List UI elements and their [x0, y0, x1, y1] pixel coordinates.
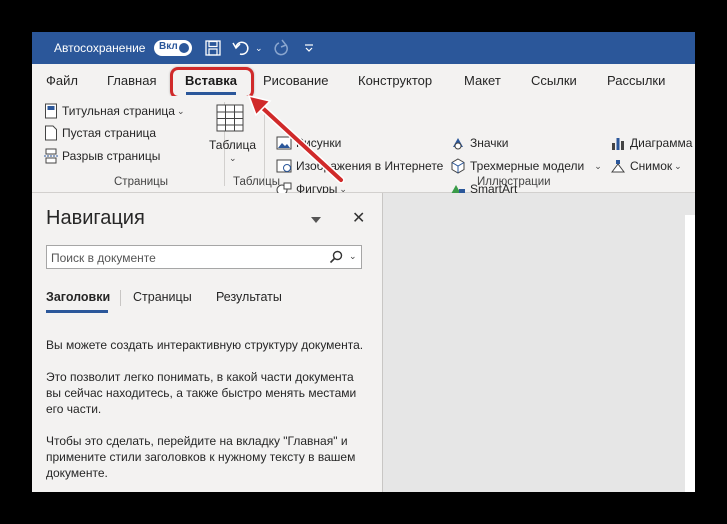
insert-tab-highlight-frame	[170, 67, 254, 99]
screenshot-icon	[611, 160, 625, 173]
nav-help-paragraph-2: Это позволит легко понимать, в какой час…	[46, 370, 357, 416]
chevron-down-icon: ⌄	[176, 105, 185, 116]
nav-tab-headings[interactable]: Заголовки	[46, 290, 110, 304]
blank-page-icon	[45, 125, 57, 141]
bar-chart-icon	[612, 138, 624, 150]
illustrations-group-label: Иллюстрации	[477, 176, 551, 188]
cover-page-button[interactable]: Титульная страница ⌄	[44, 101, 185, 121]
screenshot-button[interactable]: Снимок ⌄	[610, 156, 682, 176]
online-pictures-icon	[276, 159, 292, 173]
search-icon[interactable]	[329, 250, 343, 267]
pages-group-label: Страницы	[114, 176, 168, 188]
cover-page-label: Титульная страница	[62, 104, 175, 118]
chart-button[interactable]: Диаграмма	[610, 133, 692, 153]
redo-icon[interactable]	[272, 38, 292, 58]
icons-label: Значки	[470, 136, 509, 150]
page-break-icon	[44, 148, 58, 164]
save-icon[interactable]	[204, 38, 222, 58]
icons-button[interactable]: Значки	[450, 133, 509, 153]
toggle-knob	[179, 43, 189, 53]
blank-page-label: Пустая страница	[62, 126, 157, 140]
close-icon[interactable]: ✕	[352, 208, 365, 228]
table-chevron-down-icon[interactable]: ⌄	[229, 153, 237, 164]
chevron-down-icon: ⌄	[674, 160, 682, 171]
nav-help-paragraph-3: Чтобы это сделать, перейдите на вкладку …	[46, 434, 356, 480]
ribbon: Титульная страница ⌄ Пустая страница Разр…	[32, 96, 695, 196]
online-pictures-button[interactable]: Изображения в Интернете	[276, 156, 443, 176]
title-bar: Автосохранение Вкл ⌄	[32, 32, 695, 64]
tab-draw[interactable]: Рисование	[263, 73, 328, 88]
tab-home[interactable]: Главная	[107, 73, 156, 88]
tab-design[interactable]: Конструктор	[358, 73, 432, 88]
tab-file[interactable]: Файл	[46, 73, 78, 88]
pictures-label: Рисунки	[296, 136, 342, 150]
chevron-down-icon: ⌄	[594, 160, 602, 171]
cover-page-icon	[45, 103, 57, 119]
online-pictures-label: Изображения в Интернете	[296, 159, 444, 173]
cube-icon	[451, 158, 465, 174]
icons-icon	[453, 138, 463, 150]
document-area[interactable]	[382, 193, 695, 492]
undo-dropdown-icon[interactable]: ⌄	[255, 38, 263, 58]
page-break-label: Разрыв страницы	[62, 149, 161, 163]
autosave-state: Вкл	[159, 41, 178, 52]
table-grid-icon[interactable]	[216, 104, 244, 132]
pane-options-icon[interactable]	[311, 213, 321, 227]
navigation-title: Навигация	[46, 207, 145, 229]
tab-references[interactable]: Ссылки	[531, 73, 577, 88]
active-nav-tab-underline	[46, 310, 108, 313]
screenshot-label: Снимок	[630, 159, 673, 173]
autosave-toggle[interactable]: Вкл	[154, 40, 192, 56]
table-button-label[interactable]: Таблица	[209, 138, 256, 152]
ribbon-tabs: Файл Главная Вставка Рисование Конструкт…	[32, 64, 695, 96]
page-break-button[interactable]: Разрыв страницы	[44, 146, 160, 166]
tab-mailings[interactable]: Рассылки	[607, 73, 665, 88]
word-window: Автосохранение Вкл ⌄ Файл Главная Вставк…	[32, 32, 695, 492]
tab-layout[interactable]: Макет	[464, 73, 501, 88]
nav-tab-pages[interactable]: Страницы	[133, 290, 192, 304]
customize-toolbar-icon[interactable]	[304, 38, 314, 58]
tables-group-label: Таблицы	[233, 176, 280, 188]
undo-icon[interactable]	[232, 38, 252, 58]
search-options-chevron-icon[interactable]: ⌄	[349, 251, 357, 262]
nav-tab-results[interactable]: Результаты	[216, 290, 282, 304]
pictures-button[interactable]: Рисунки	[276, 133, 341, 153]
chart-label: Диаграмма	[630, 136, 693, 150]
nav-tab-divider	[120, 290, 121, 306]
navigation-pane: Навигация ✕ ⌄ Заголовки Страницы Результ…	[32, 193, 382, 492]
document-page[interactable]	[685, 215, 695, 492]
search-input[interactable]	[49, 248, 323, 268]
blank-page-button[interactable]: Пустая страница	[44, 123, 156, 143]
pictures-icon	[276, 136, 292, 150]
search-box: ⌄	[46, 245, 362, 269]
group-divider	[264, 102, 265, 186]
autosave-label: Автосохранение	[54, 41, 146, 55]
3d-models-label: Трехмерные модели	[470, 159, 585, 173]
3d-models-button[interactable]: Трехмерные модели ⌄	[450, 156, 602, 176]
nav-help-paragraph-1: Вы можете создать интерактивную структур…	[46, 338, 364, 352]
